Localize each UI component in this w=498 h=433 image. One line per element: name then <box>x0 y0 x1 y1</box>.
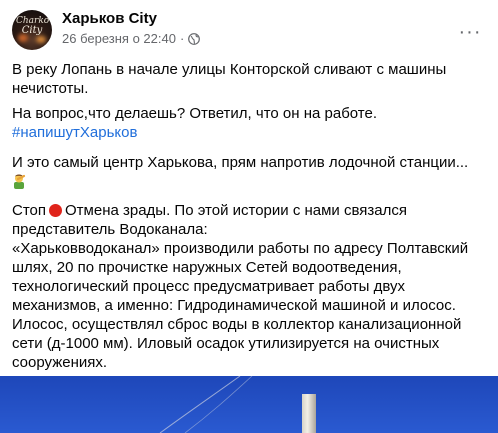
avatar-logo-text: City <box>21 25 43 36</box>
more-options-label: ··· <box>458 20 482 43</box>
text-line: На вопрос,что делаешь? Ответил, что он н… <box>12 105 378 122</box>
photo-wires <box>159 376 253 433</box>
hashtag-link[interactable]: #напишутХарьков <box>12 124 137 141</box>
text-line: нечистоты. <box>12 80 89 97</box>
text-line: технологический процесс предусматривает … <box>12 278 406 295</box>
red-circle-emoji <box>49 204 62 217</box>
text-fragment: Стоп <box>12 202 46 219</box>
avatar[interactable]: Charko City <box>12 10 52 50</box>
post-photo[interactable] <box>0 376 498 433</box>
text-fragment: Отмена зрады. По этой истории с нами свя… <box>65 202 407 219</box>
globe-icon[interactable] <box>188 32 201 45</box>
post-paragraph: Стоп Отмена зрады. По этой истории с нами… <box>12 201 468 372</box>
text-line: механизмов, а именно: Гидродинамической … <box>12 297 456 314</box>
avatar-light <box>36 36 46 43</box>
text-line: «Харьковводоканал» производили работы по… <box>12 240 469 257</box>
man-facepalming-emoji <box>12 173 26 189</box>
post-timestamp[interactable]: 26 березня о 22:40 <box>62 31 176 46</box>
text-line: представитель Водоканала: <box>12 221 208 238</box>
meta-separator: · <box>179 31 185 46</box>
photo-pole <box>302 394 316 433</box>
post-meta: 26 березня о 22:40 · <box>62 31 201 46</box>
post-paragraph: В реку Лопань в начале улицы Конторской … <box>12 60 446 98</box>
post-paragraph: На вопрос,что делаешь? Ответил, что он н… <box>12 104 377 142</box>
text-line: сети (д-1000 мм). Иловый осадок утилизир… <box>12 335 440 352</box>
text-line: Илосос, осуществлял сброс воды в коллект… <box>12 316 462 333</box>
text-line: сооружениях. <box>12 354 108 371</box>
text-line: И это самый центр Харькова, прям напроти… <box>12 154 469 171</box>
post-header: Charko City Харьков City 26 березня о 22… <box>0 0 498 56</box>
text-line: шлях, 20 по прочистке наружных Сетей вод… <box>12 259 402 276</box>
page-name-link[interactable]: Харьков City <box>62 10 157 27</box>
post-paragraph: И это самый центр Харькова, прям напроти… <box>12 153 468 191</box>
text-line: В реку Лопань в начале улицы Конторской … <box>12 61 447 78</box>
more-options-icon[interactable]: ··· <box>452 14 488 50</box>
